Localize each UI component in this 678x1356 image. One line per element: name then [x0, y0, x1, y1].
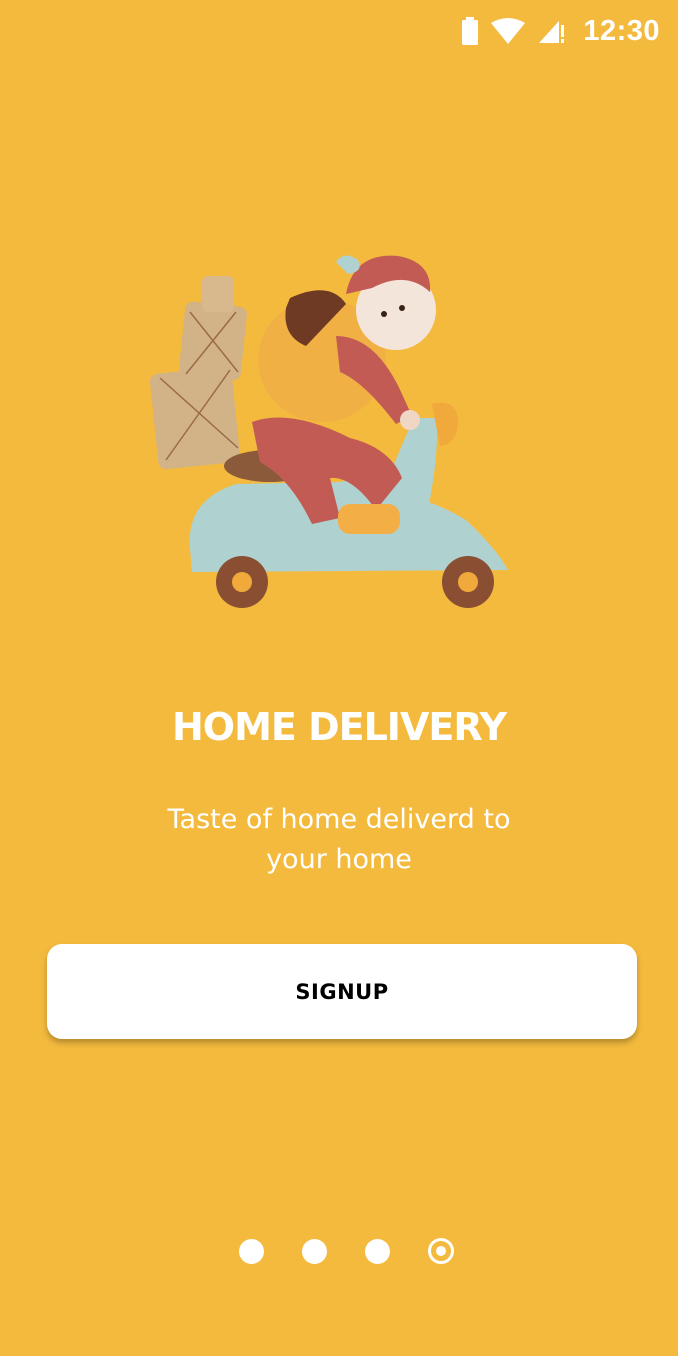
active-dot-center: [436, 1246, 446, 1256]
page-dot-3[interactable]: [365, 1238, 390, 1264]
onboarding-subtitle: Taste of home deliverd to your home: [167, 804, 511, 875]
signup-button-label: SIGNUP: [295, 979, 389, 1004]
package-stack: [149, 276, 247, 470]
status-bar: 12:30: [0, 0, 678, 62]
page-dot-2[interactable]: [302, 1238, 327, 1264]
status-icons: 12:30: [461, 14, 660, 48]
wifi-icon: [491, 18, 526, 44]
cellular-signal-icon: [537, 17, 567, 45]
page-indicator: [239, 1238, 454, 1264]
page-dot-4-active[interactable]: [428, 1238, 454, 1264]
onboarding-title: HOME DELIVERY: [171, 705, 507, 749]
battery-icon: [461, 17, 479, 45]
page-dot-1[interactable]: [239, 1238, 264, 1264]
scooter-delivery-illustration: [140, 248, 530, 608]
status-time: 12:30: [583, 14, 660, 47]
signup-button[interactable]: SIGNUP: [47, 944, 637, 1039]
